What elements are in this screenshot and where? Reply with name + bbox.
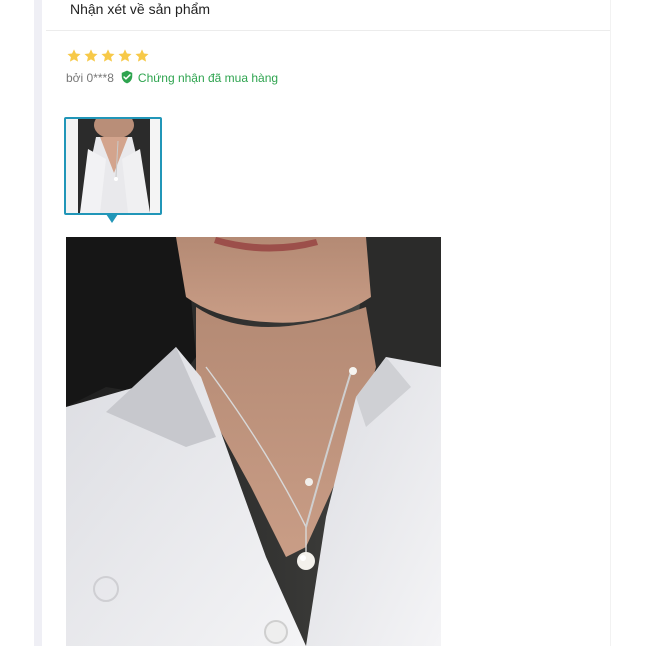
divider [46, 30, 610, 31]
section-title: Nhận xét về sản phẩm [70, 1, 211, 17]
left-rail [34, 0, 42, 646]
star-icon [83, 48, 99, 64]
review-author: bởi 0***8 [66, 71, 114, 85]
star-rating [66, 48, 150, 64]
star-icon [117, 48, 133, 64]
verified-label: Chứng nhận đã mua hàng [137, 71, 279, 85]
verified-purchase-badge: Chứng nhận đã mua hàng [120, 70, 278, 87]
star-icon [100, 48, 116, 64]
review-byline: bởi 0***8 Chứng nhận đã mua hàng [66, 70, 278, 86]
verified-check-icon [120, 70, 134, 87]
review-photo-large[interactable] [66, 237, 441, 646]
thumbnail-selected-indicator [106, 214, 118, 223]
review-card: Nhận xét về sản phẩm bởi 0***8 Chứng nhậ… [42, 0, 611, 646]
review-photo-thumbnail[interactable] [64, 117, 162, 215]
star-icon [134, 48, 150, 64]
star-icon [66, 48, 82, 64]
